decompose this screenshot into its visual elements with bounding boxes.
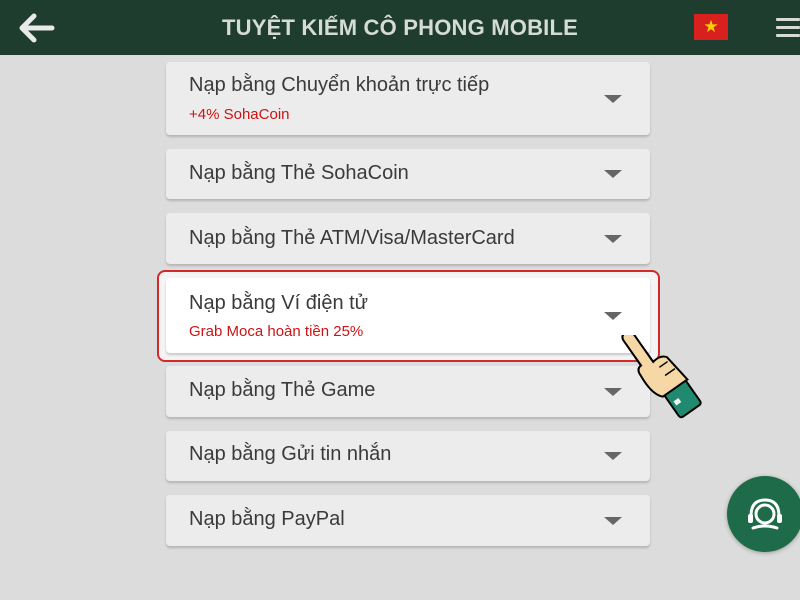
method-atm-visa-mastercard[interactable]: Nạp bằng Thẻ ATM/Visa/MasterCard	[166, 213, 650, 264]
chevron-down-icon[interactable]	[604, 235, 622, 243]
method-label: Nạp bằng PayPal	[189, 508, 345, 530]
method-sohacoin-card[interactable]: Nạp bằng Thẻ SohaCoin	[166, 149, 650, 199]
chevron-down-icon[interactable]	[604, 517, 622, 525]
method-promo: Grab Moca hoàn tiền 25%	[189, 323, 364, 340]
page-title: TUYỆT KIẾM CÔ PHONG MOBILE	[222, 15, 578, 40]
method-e-wallet[interactable]: Nạp bằng Ví điện tử Grab Moca hoàn tiền …	[166, 278, 650, 353]
method-sms[interactable]: Nạp bằng Gửi tin nhắn	[166, 431, 650, 481]
method-label: Nạp bằng Chuyển khoản trực tiếp	[189, 74, 490, 96]
method-label: Nạp bằng Ví điện tử	[189, 292, 369, 314]
hamburger-menu-icon[interactable]	[774, 14, 800, 40]
menu-line	[776, 18, 800, 21]
vietnam-flag-icon[interactable]: ★	[694, 14, 728, 40]
headset-support-icon	[748, 498, 782, 530]
chevron-down-icon[interactable]	[604, 312, 622, 320]
top-bar: TUYỆT KIẾM CÔ PHONG MOBILE ★	[0, 0, 800, 55]
flag-star: ★	[703, 17, 719, 37]
method-game-card[interactable]: Nạp bằng Thẻ Game	[166, 366, 650, 417]
method-label: Nạp bằng Gửi tin nhắn	[189, 443, 392, 465]
method-label: Nạp bằng Thẻ SohaCoin	[189, 162, 409, 184]
chevron-down-icon[interactable]	[604, 95, 622, 103]
pointing-hand-icon	[612, 330, 712, 435]
menu-line	[776, 34, 800, 37]
menu-line	[776, 26, 800, 29]
method-paypal[interactable]: Nạp bằng PayPal	[166, 495, 650, 546]
chevron-down-icon[interactable]	[604, 452, 622, 460]
chevron-down-icon[interactable]	[604, 170, 622, 178]
method-label: Nạp bằng Thẻ Game	[189, 379, 376, 401]
support-button[interactable]	[727, 476, 800, 552]
method-label: Nạp bằng Thẻ ATM/Visa/MasterCard	[189, 227, 515, 249]
method-bank-transfer[interactable]: Nạp bằng Chuyển khoản trực tiếp +4% Soha…	[166, 62, 650, 135]
method-promo: +4% SohaCoin	[189, 106, 290, 123]
